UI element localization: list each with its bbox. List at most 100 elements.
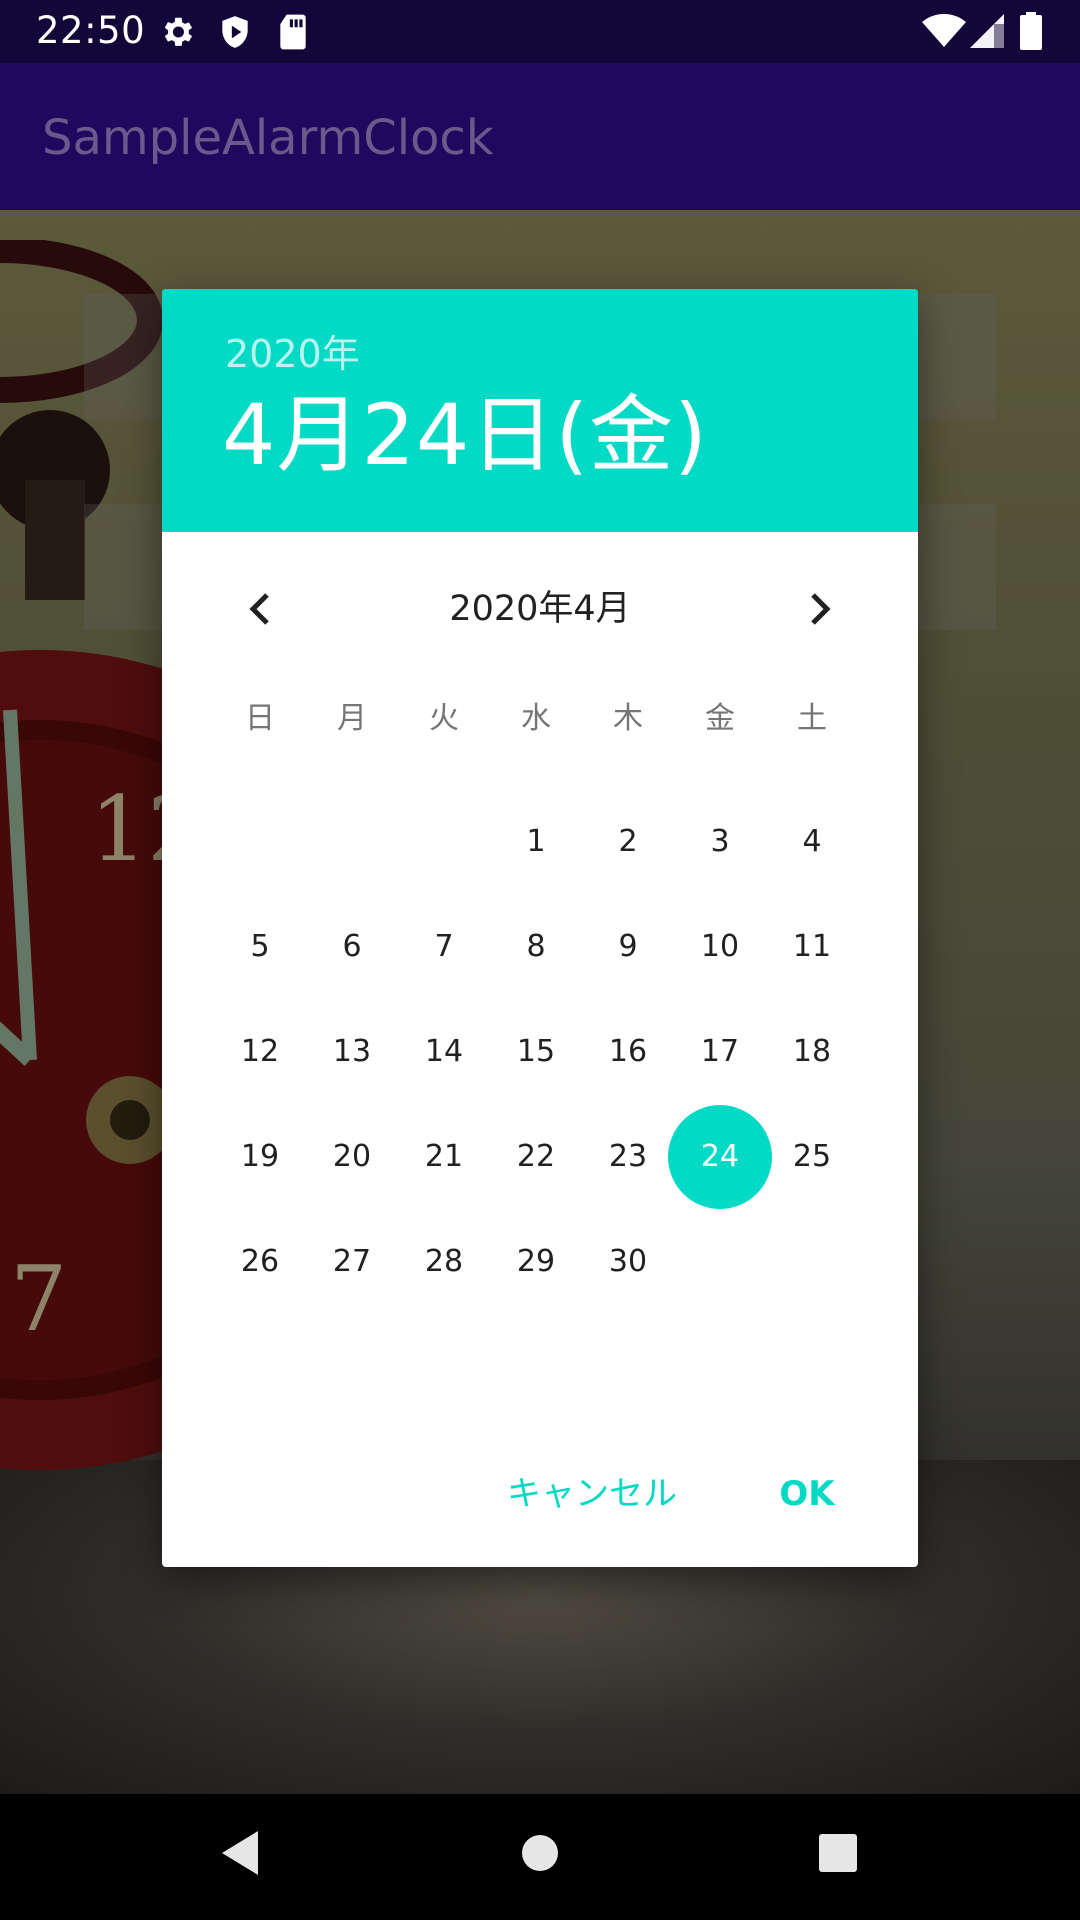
calendar-day-number: 30 — [608, 1244, 648, 1279]
back-icon[interactable] — [218, 1827, 262, 1883]
ok-button[interactable]: OK — [762, 1459, 852, 1529]
calendar-day[interactable]: 9 — [582, 894, 674, 999]
calendar-day-number: 8 — [526, 929, 546, 964]
calendar-day-number: 2 — [618, 824, 638, 859]
calendar-empty-cell — [214, 789, 306, 894]
weekday-label: 日 — [245, 701, 275, 736]
weekday-label: 水 — [521, 701, 551, 736]
dialog-actions: キャンセル OK — [162, 1459, 918, 1529]
calendar-day[interactable]: 22 — [490, 1104, 582, 1209]
date-picker-dialog: 2020年 4月24日(金) 2020年4月 日 月 火 水 木 金 土 123… — [162, 289, 918, 1567]
weekday-label: 月 — [337, 701, 367, 736]
calendar-day-number: 5 — [250, 929, 270, 964]
month-navigation: 2020年4月 — [162, 579, 918, 639]
weekday-header: 日 月 火 水 木 金 土 — [214, 689, 866, 749]
calendar-day-number: 22 — [516, 1139, 556, 1174]
calendar-day[interactable]: 14 — [398, 999, 490, 1104]
header-selected-date[interactable]: 4月24日(金) — [222, 385, 708, 485]
chevron-left-icon — [249, 593, 269, 625]
next-month-button[interactable] — [790, 579, 850, 639]
calendar-day-number: 24 — [700, 1139, 740, 1174]
calendar-day[interactable]: 25 — [766, 1104, 858, 1209]
status-time: 22:50 — [36, 9, 146, 52]
cancel-button[interactable]: キャンセル — [492, 1459, 692, 1529]
calendar-day[interactable]: 20 — [306, 1104, 398, 1209]
calendar-grid: 1 2 3 4 5 6 7 8 9 10 11 12 13 14 15 16 17 18 19 20 21 22 23 24 2… — [214, 789, 866, 1314]
calendar-day-number: 10 — [700, 929, 740, 964]
calendar-day-number: 14 — [424, 1034, 464, 1069]
calendar-day[interactable]: 12 — [214, 999, 306, 1104]
calendar-day[interactable]: 21 — [398, 1104, 490, 1209]
calendar-week-row: 5 6 7 8 9 10 11 — [214, 894, 866, 999]
battery-icon — [1020, 12, 1042, 54]
shield-icon — [216, 13, 254, 55]
calendar-day[interactable]: 29 — [490, 1209, 582, 1314]
calendar-day[interactable]: 27 — [306, 1209, 398, 1314]
calendar-day-number: 1 — [526, 824, 546, 859]
calendar-day-number: 27 — [332, 1244, 372, 1279]
calendar-day-number: 11 — [792, 929, 832, 964]
calendar-day-number: 15 — [516, 1034, 556, 1069]
calendar-week-row: 19 20 21 22 23 24 25 — [214, 1104, 866, 1209]
calendar-day[interactable]: 7 — [398, 894, 490, 999]
weekday-label: 火 — [429, 701, 459, 736]
recents-icon[interactable] — [817, 1827, 859, 1883]
calendar-day[interactable]: 28 — [398, 1209, 490, 1314]
app-title: SampleAlarmClock — [42, 110, 494, 166]
dialog-header: 2020年 4月24日(金) — [162, 289, 918, 532]
calendar-day[interactable]: 17 — [674, 999, 766, 1104]
calendar-day[interactable]: 2 — [582, 789, 674, 894]
calendar-day-number: 7 — [434, 929, 454, 964]
calendar-week-row: 12 13 14 15 16 17 18 — [214, 999, 866, 1104]
calendar-day[interactable]: 15 — [490, 999, 582, 1104]
calendar-day[interactable]: 5 — [214, 894, 306, 999]
calendar-empty-cell — [398, 789, 490, 894]
calendar-day-number: 20 — [332, 1139, 372, 1174]
calendar-day-number: 6 — [342, 929, 362, 964]
calendar-day-selected[interactable]: 24 — [668, 1104, 772, 1209]
calendar-day[interactable]: 13 — [306, 999, 398, 1104]
calendar-day-number: 19 — [240, 1139, 280, 1174]
calendar-day-number: 16 — [608, 1034, 648, 1069]
calendar-empty-cell — [674, 1209, 766, 1314]
calendar-day-number: 26 — [240, 1244, 280, 1279]
calendar-day[interactable]: 16 — [582, 999, 674, 1104]
calendar-day[interactable]: 8 — [490, 894, 582, 999]
calendar-day-number: 28 — [424, 1244, 464, 1279]
calendar-empty-cell — [766, 1209, 858, 1314]
calendar-day[interactable]: 23 — [582, 1104, 674, 1209]
header-year[interactable]: 2020年 — [225, 329, 360, 379]
calendar-day-number: 4 — [802, 824, 822, 859]
calendar-day[interactable]: 26 — [214, 1209, 306, 1314]
calendar-day[interactable]: 30 — [582, 1209, 674, 1314]
calendar-day-number: 23 — [608, 1139, 648, 1174]
weekday-label: 金 — [705, 701, 735, 736]
calendar-day-number: 25 — [792, 1139, 832, 1174]
calendar-empty-cell — [306, 789, 398, 894]
calendar-day[interactable]: 19 — [214, 1104, 306, 1209]
calendar-day-number: 17 — [700, 1034, 740, 1069]
calendar-day[interactable]: 18 — [766, 999, 858, 1104]
calendar-day[interactable]: 3 — [674, 789, 766, 894]
calendar-day[interactable]: 11 — [766, 894, 858, 999]
navigation-bar — [0, 1794, 1080, 1920]
calendar-week-row: 26 27 28 29 30 — [214, 1209, 866, 1314]
calendar-day[interactable]: 10 — [674, 894, 766, 999]
previous-month-button[interactable] — [230, 579, 290, 639]
home-icon[interactable] — [520, 1827, 560, 1883]
calendar-day-number: 12 — [240, 1034, 280, 1069]
calendar-day[interactable]: 4 — [766, 789, 858, 894]
calendar-day[interactable]: 6 — [306, 894, 398, 999]
calendar-day[interactable]: 1 — [490, 789, 582, 894]
calendar-day-number: 29 — [516, 1244, 556, 1279]
weekday-label: 木 — [613, 701, 643, 736]
calendar-day-number: 3 — [710, 824, 730, 859]
cell-signal-icon — [970, 14, 1004, 52]
gear-icon — [158, 13, 196, 55]
calendar-day-number: 9 — [618, 929, 638, 964]
weekday-label: 土 — [797, 701, 827, 736]
calendar-day-number: 21 — [424, 1139, 464, 1174]
status-bar: 22:50 — [0, 0, 1080, 63]
sd-card-icon — [276, 13, 310, 55]
calendar-day-number: 18 — [792, 1034, 832, 1069]
